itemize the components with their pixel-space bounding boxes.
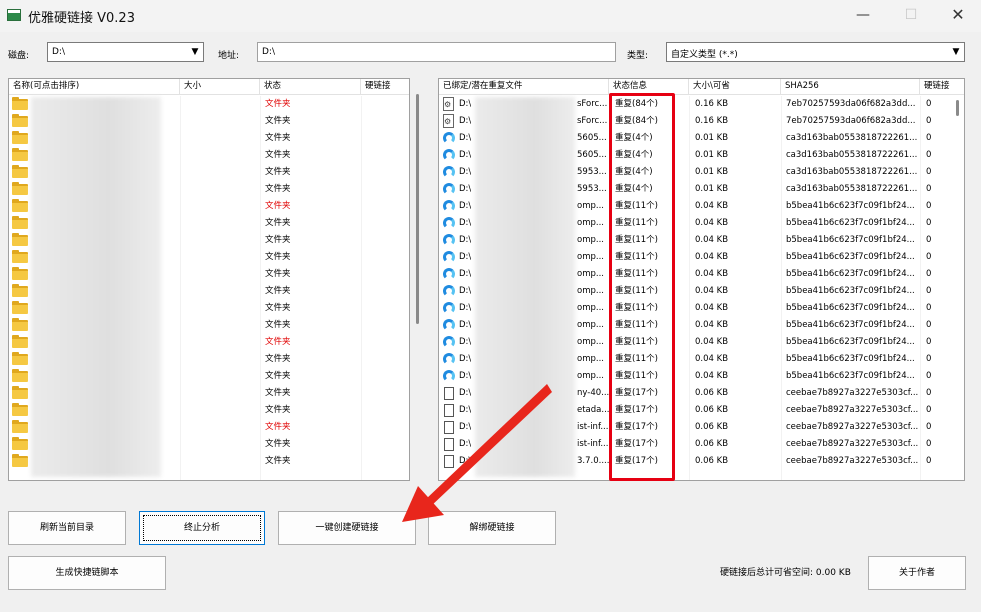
annotation-arrow <box>402 384 552 522</box>
annotation-arrow-shaft <box>425 384 552 507</box>
